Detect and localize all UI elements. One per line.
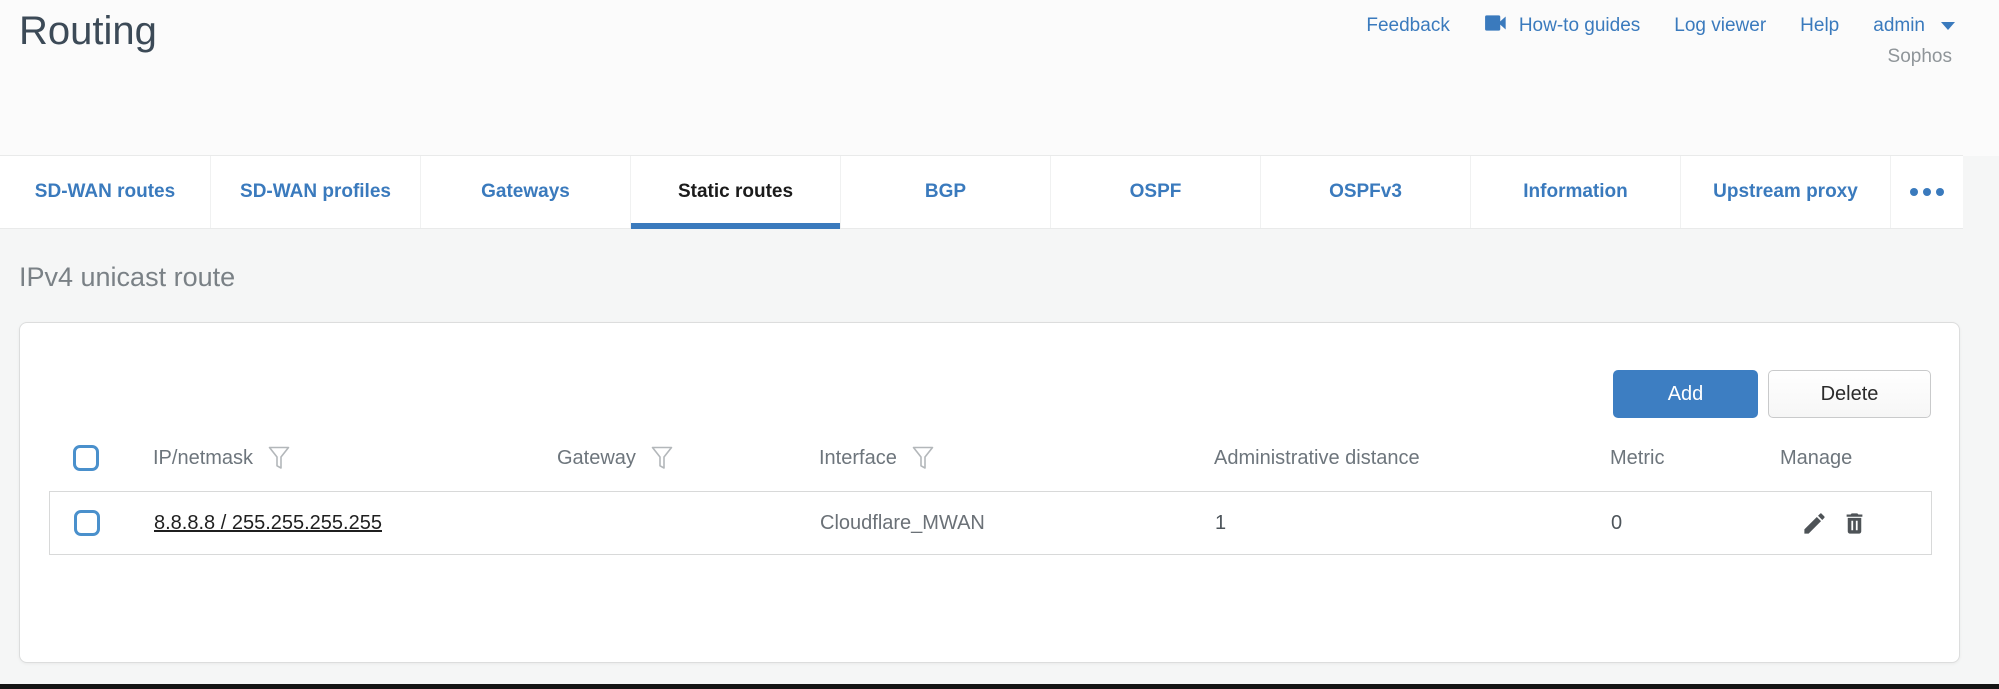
interface-cell: Cloudflare_MWAN xyxy=(820,512,1215,535)
col-administrative-distance: Administrative distance xyxy=(1214,447,1610,470)
section-heading: IPv4 unicast route xyxy=(19,262,235,293)
feedback-link[interactable]: Feedback xyxy=(1366,15,1449,37)
bottom-window-edge xyxy=(0,684,1999,689)
metric-cell: 0 xyxy=(1611,512,1781,535)
routes-panel: Add Delete IP/netmask Gateway Interface … xyxy=(19,322,1960,663)
page-title: Routing xyxy=(19,6,157,56)
dot xyxy=(1936,188,1944,196)
filter-icon[interactable] xyxy=(911,445,935,471)
filter-icon[interactable] xyxy=(650,445,674,471)
dot xyxy=(1923,188,1931,196)
help-link[interactable]: Help xyxy=(1800,15,1839,37)
tab-static-routes[interactable]: Static routes xyxy=(630,156,840,228)
table-row: 8.8.8.8 / 255.255.255.255 Cloudflare_MWA… xyxy=(49,491,1932,555)
administrative-distance-cell: 1 xyxy=(1215,512,1611,535)
howto-guides-label: How-to guides xyxy=(1519,15,1640,37)
log-viewer-label: Log viewer xyxy=(1674,15,1766,37)
col-gateway: Gateway xyxy=(557,447,636,470)
top-nav: Feedback How-to guides Log viewer Help a… xyxy=(1366,13,1955,39)
help-label: Help xyxy=(1800,15,1839,37)
select-all-checkbox[interactable] xyxy=(73,445,99,471)
edit-pencil-icon[interactable] xyxy=(1801,510,1828,537)
tab-information[interactable]: Information xyxy=(1470,156,1680,228)
howto-guides-link[interactable]: How-to guides xyxy=(1484,13,1640,39)
top-header: Routing Feedback How-to guides Log viewe… xyxy=(0,0,1999,156)
admin-menu[interactable]: admin xyxy=(1873,15,1955,37)
col-manage: Manage xyxy=(1780,447,1932,470)
tab-sd-wan-profiles[interactable]: SD-WAN profiles xyxy=(210,156,420,228)
table-header: IP/netmask Gateway Interface Administrat… xyxy=(49,436,1932,480)
row-checkbox[interactable] xyxy=(74,510,100,536)
tab-bar: SD-WAN routes SD-WAN profiles Gateways S… xyxy=(0,155,1963,229)
log-viewer-link[interactable]: Log viewer xyxy=(1674,15,1766,37)
manage-cell xyxy=(1781,510,1931,537)
delete-button[interactable]: Delete xyxy=(1768,370,1931,418)
brand-label: Sophos xyxy=(1888,46,1952,68)
tab-upstream-proxy[interactable]: Upstream proxy xyxy=(1680,156,1890,228)
delete-trash-icon[interactable] xyxy=(1841,510,1868,537)
ip-netmask-link[interactable]: 8.8.8.8 / 255.255.255.255 xyxy=(154,512,382,534)
admin-label: admin xyxy=(1873,15,1925,37)
tab-gateways[interactable]: Gateways xyxy=(420,156,630,228)
dot xyxy=(1910,188,1918,196)
chevron-down-icon xyxy=(1941,22,1955,30)
more-tabs-icon[interactable] xyxy=(1890,156,1963,228)
col-interface: Interface xyxy=(819,447,897,470)
filter-icon[interactable] xyxy=(267,445,291,471)
tab-sd-wan-routes[interactable]: SD-WAN routes xyxy=(0,156,210,228)
col-metric: Metric xyxy=(1610,447,1780,470)
tab-ospf[interactable]: OSPF xyxy=(1050,156,1260,228)
video-camera-icon xyxy=(1484,13,1510,39)
feedback-label: Feedback xyxy=(1366,15,1449,37)
toolbar: Add Delete xyxy=(1613,370,1931,418)
col-ip-netmask: IP/netmask xyxy=(153,447,253,470)
tab-bgp[interactable]: BGP xyxy=(840,156,1050,228)
add-button[interactable]: Add xyxy=(1613,370,1758,418)
tab-ospfv3[interactable]: OSPFv3 xyxy=(1260,156,1470,228)
